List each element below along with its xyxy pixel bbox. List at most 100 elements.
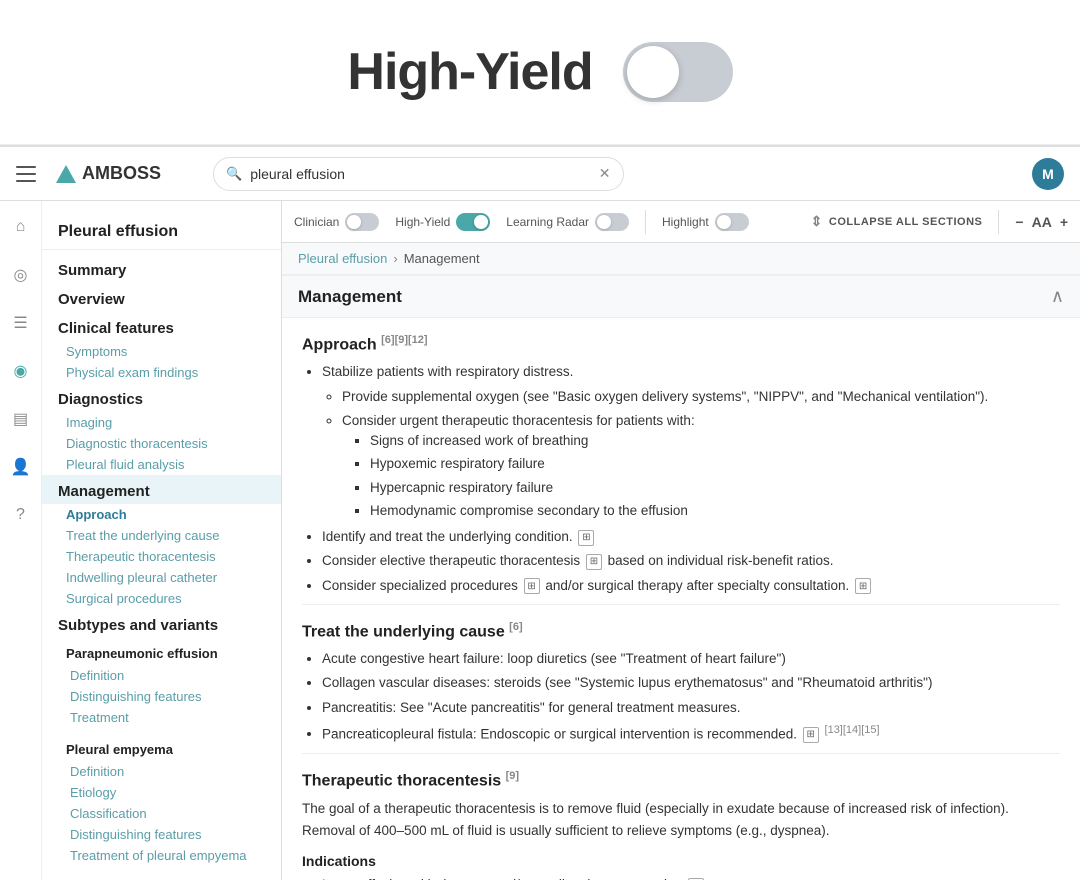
sidebar-link-empyema-treatment[interactable]: Treatment of pleural empyema [42,845,281,866]
highlight-toggle-group: Highlight [662,213,749,231]
list-item: Consider specialized procedures ⊞ and/or… [322,576,1060,596]
left-icons-bar: ⌂ ◎ ☰ ◉ ▤ 👤 ? [0,201,42,880]
target-icon[interactable]: ◉ [7,357,35,385]
list-item: Hemodynamic compromise secondary to the … [370,501,1060,521]
breadcrumb: Pleural effusion › Management [282,243,1080,275]
person-icon[interactable]: 👤 [7,453,35,481]
sidebar-item-subtypes[interactable]: Subtypes and variants [42,609,281,638]
sidebar-link-surgical-procedures[interactable]: Surgical procedures [42,588,281,609]
list-item: Acute congestive heart failure: loop diu… [322,649,1060,669]
sidebar-subsection-empyema[interactable]: Pleural empyema [42,734,281,761]
high-yield-toggle-large[interactable] [623,42,733,102]
sidebar-link-imaging[interactable]: Imaging [42,412,281,433]
search-bar: 🔍 ✕ [213,157,624,191]
list-item: Pancreatitis: See "Acute pancreatitis" f… [322,698,1060,718]
sidebar-link-treat-underlying[interactable]: Treat the underlying cause [42,525,281,546]
app-container: AMBOSS 🔍 ✕ M ⌂ ◎ ☰ ◉ ▤ 👤 ? Pleural effus… [0,145,1080,880]
thoracentesis-refs: [9] [506,770,519,782]
high-yield-toggle-group: High-Yield [395,213,490,231]
sidebar-item-overview[interactable]: Overview [42,283,281,312]
collapse-label: cOLLAPSE ALL SECTIONS [829,216,983,228]
list-item: Pancreaticopleural fistula: Endoscopic o… [322,722,1060,745]
amboss-logo[interactable]: AMBOSS [56,163,161,184]
logo-triangle-icon [56,165,76,183]
highlight-knob [717,215,731,229]
clinician-toggle[interactable] [345,213,379,231]
learning-radar-label: Learning Radar [506,215,589,229]
top-nav: AMBOSS 🔍 ✕ M [0,147,1080,201]
sidebar-link-therapeutic-thoracentesis[interactable]: Therapeutic thoracentesis [42,546,281,567]
sidebar-link-indwelling-catheter[interactable]: Indwelling pleural catheter [42,567,281,588]
info-icon-2[interactable]: ⊞ [586,554,602,570]
sidebar-link-empyema-distinguishing[interactable]: Distinguishing features [42,824,281,845]
learning-radar-toggle[interactable] [595,213,629,231]
info-icon-4[interactable]: ⊞ [855,578,871,594]
highlight-label: Highlight [662,215,709,229]
toggle-large-knob [627,46,679,98]
divider-2 [302,753,1060,754]
approach-title: Approach [6][9][12] [302,334,1060,354]
sidebar-link-para-treatment[interactable]: Treatment [42,707,281,728]
sidebar-item-diagnostics[interactable]: Diagnostics [42,383,281,412]
sidebar-link-physical-exam[interactable]: Physical exam findings [42,362,281,383]
info-icon-3[interactable]: ⊞ [524,578,540,594]
article: Management ∧ Approach [6][9][12] Stabili… [282,275,1080,880]
font-aa-button[interactable]: AA [1032,214,1052,230]
highlight-toggle[interactable] [715,213,749,231]
toolbar: Clinician High-Yield Learning Radar [282,201,1080,243]
font-minus-button[interactable]: − [1015,214,1023,230]
nav-panel: Pleural effusion Summary Overview Clinic… [42,201,282,880]
sidebar-item-management[interactable]: Management [42,475,281,504]
divider-1 [302,604,1060,605]
list-item: Signs of increased work of breathing [370,431,1060,451]
sidebar-subsection-parapneumonic[interactable]: Parapneumonic effusion [42,638,281,665]
sidebar-item-clinical-features[interactable]: Clinical features [42,312,281,341]
high-yield-label: High-Yield [395,215,450,229]
breadcrumb-current: Management [404,251,480,266]
list-item: Consider urgent therapeutic thoracentesi… [342,411,1060,521]
logo-text: AMBOSS [82,163,161,184]
sidebar-link-diagnostic-thoracentesis[interactable]: Diagnostic thoracentesis [42,433,281,454]
learning-radar-knob [597,215,611,229]
high-yield-banner: High-Yield [0,0,1080,145]
info-icon[interactable]: ⊞ [578,530,594,546]
high-yield-knob [474,215,488,229]
list-item: Consider elective therapeutic thoracente… [322,551,1060,571]
management-section-title: Management [298,287,402,307]
info-icon-5[interactable]: ⊞ [803,727,819,743]
toolbar-divider-1 [645,210,646,234]
book-icon[interactable]: ☰ [7,309,35,337]
breadcrumb-separator: › [393,251,397,266]
sidebar-link-symptoms[interactable]: Symptoms [42,341,281,362]
search-input[interactable] [250,166,591,182]
sidebar-link-approach[interactable]: Approach [42,504,281,525]
hamburger-menu-icon[interactable] [16,166,36,182]
search-icon: 🔍 [226,166,242,182]
search-clear-icon[interactable]: ✕ [599,165,611,182]
sidebar-link-para-definition[interactable]: Definition [42,665,281,686]
sidebar-link-pleural-fluid[interactable]: Pleural fluid analysis [42,454,281,475]
breadcrumb-parent[interactable]: Pleural effusion [298,251,387,266]
list-item: Collagen vascular diseases: steroids (se… [322,673,1060,693]
high-yield-toggle[interactable] [456,213,490,231]
clinician-knob [347,215,361,229]
thoracentesis-intro: The goal of a therapeutic thoracentesis … [302,798,1060,841]
home-icon[interactable]: ⌂ [7,213,35,241]
collapse-all-button[interactable]: ⇕ cOLLAPSE ALL SECTIONS [811,213,983,230]
nav-page-title[interactable]: Pleural effusion [42,211,281,250]
treat-underlying-title: Treat the underlying cause [6] [302,621,1060,641]
circle-icon[interactable]: ◎ [7,261,35,289]
treat-underlying-list: Acute congestive heart failure: loop diu… [322,649,1060,745]
help-icon[interactable]: ? [7,501,35,529]
section-collapse-icon[interactable]: ∧ [1051,286,1064,307]
sidebar-link-empyema-etiology[interactable]: Etiology [42,782,281,803]
avatar[interactable]: M [1032,158,1064,190]
high-yield-title: High-Yield [347,42,592,102]
sidebar-item-summary[interactable]: Summary [42,254,281,283]
sidebar-link-para-distinguishing[interactable]: Distinguishing features [42,686,281,707]
font-plus-button[interactable]: + [1060,214,1068,230]
chart-icon[interactable]: ▤ [7,405,35,433]
sidebar-link-empyema-classification[interactable]: Classification [42,803,281,824]
management-section-header[interactable]: Management ∧ [282,275,1080,318]
sidebar-link-empyema-definition[interactable]: Definition [42,761,281,782]
